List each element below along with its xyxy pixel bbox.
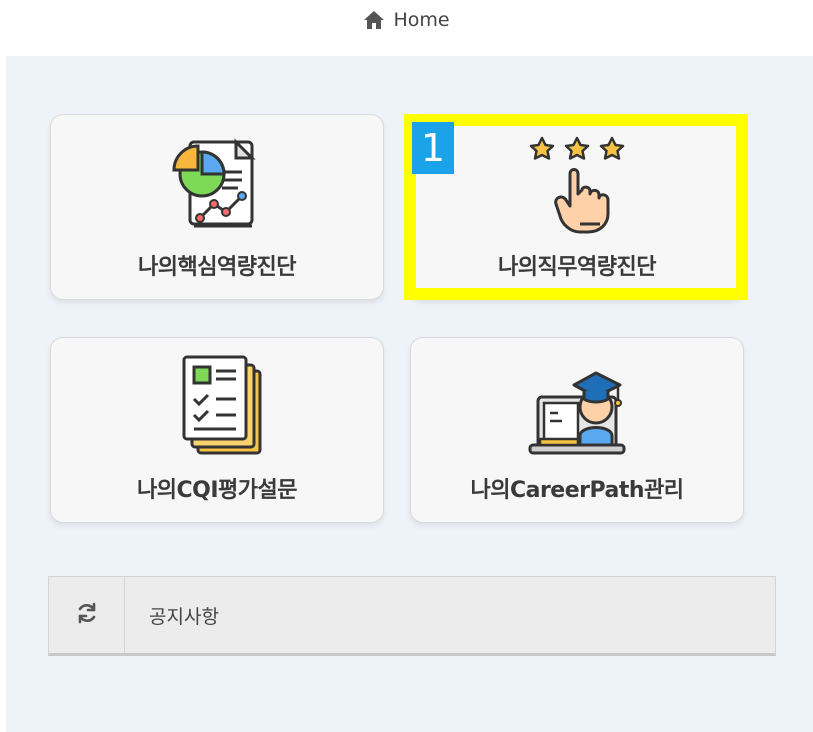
refresh-button[interactable] bbox=[49, 577, 125, 653]
menu-card-career-path[interactable]: 나의CareerPath관리 bbox=[410, 337, 744, 523]
menu-card-label: 나의CareerPath관리 bbox=[470, 478, 684, 503]
menu-card-cqi-survey[interactable]: 나의CQI평가설문 bbox=[50, 337, 384, 523]
checklist-icon bbox=[162, 351, 272, 463]
menu-card-core-competency[interactable]: 나의핵심역량진단 bbox=[50, 114, 384, 300]
home-label: Home bbox=[393, 9, 450, 31]
chart-report-icon bbox=[162, 128, 272, 240]
menu-card-label: 나의핵심역량진단 bbox=[138, 255, 296, 280]
graduate-laptop-icon bbox=[522, 351, 632, 463]
home-icon bbox=[363, 10, 385, 30]
menu-card-job-competency[interactable]: 나의직무역량진단 bbox=[410, 114, 744, 300]
step-marker: 1 bbox=[412, 122, 454, 174]
menu-card-label: 나의CQI평가설문 bbox=[137, 478, 297, 503]
star-hand-icon bbox=[522, 128, 632, 240]
home-link[interactable]: Home bbox=[363, 9, 450, 31]
refresh-icon bbox=[75, 601, 99, 629]
notice-bar[interactable]: 공지사항 bbox=[48, 576, 776, 656]
notice-title: 공지사항 bbox=[149, 605, 219, 628]
top-bar: Home bbox=[0, 0, 813, 56]
menu-card-label: 나의직무역량진단 bbox=[498, 255, 656, 280]
